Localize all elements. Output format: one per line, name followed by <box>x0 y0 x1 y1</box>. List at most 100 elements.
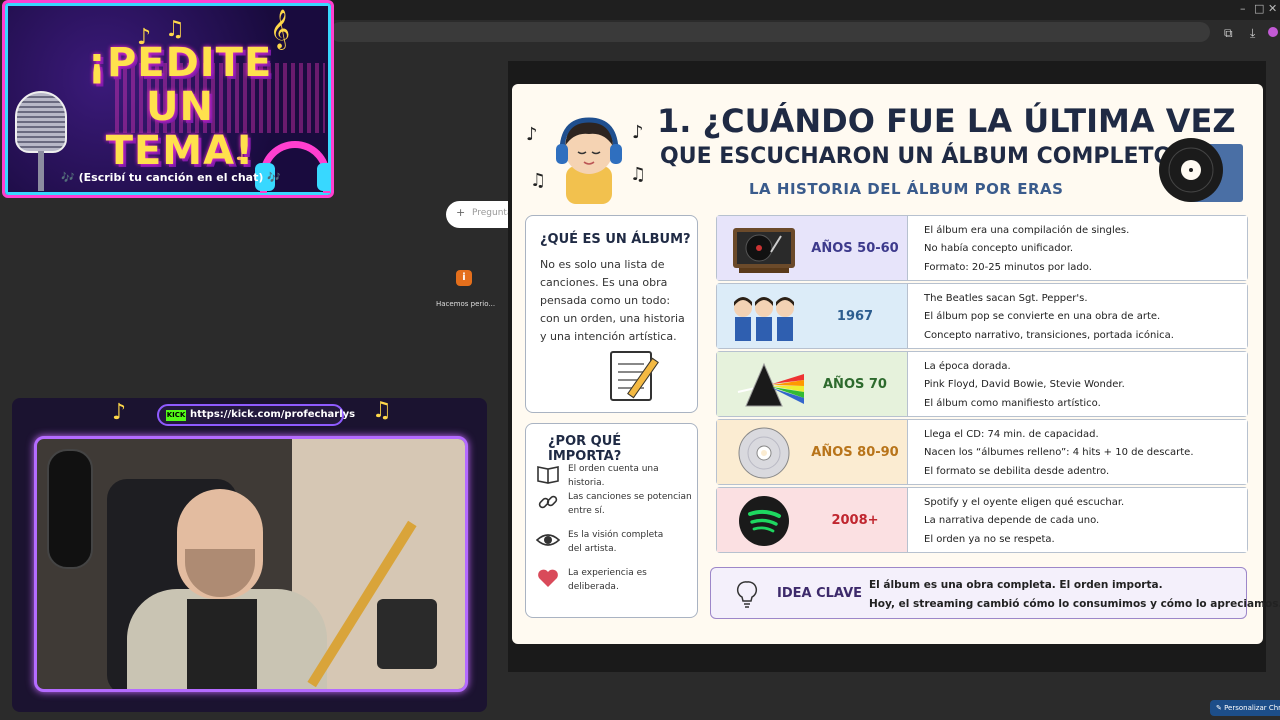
lightbulb-icon <box>736 581 758 608</box>
eye-icon <box>536 534 560 546</box>
text-line: canciones. Es una obra <box>540 276 668 289</box>
pedite-overlay: ♪ ♫ 𝄞 ♪ ¡PEDITE UN TEMA! 🎶 (Escribí tu c… <box>2 0 334 198</box>
text-line: del artista. <box>568 544 617 554</box>
era-line: Formato: 20-25 minutos por lado. <box>924 262 1092 273</box>
text-line: La experiencia es <box>568 568 647 578</box>
era-description: El álbum era una compilación de singles.… <box>907 216 1247 280</box>
era-label: AÑOS 70 <box>823 376 887 392</box>
era-line: Pink Floyd, David Bowie, Stevie Wonder. <box>924 379 1125 390</box>
why-item-text: Las canciones se potencian entre sí. <box>568 490 692 518</box>
webcam-feed <box>34 436 468 692</box>
pedite-title-line1: ¡PEDITE <box>87 40 273 86</box>
era-line: El álbum era una compilación de singles. <box>924 225 1130 236</box>
why-item: La experiencia es deliberada. <box>536 566 696 600</box>
microphone-icon <box>15 91 67 153</box>
text-line: Es la visión completa <box>568 530 664 540</box>
customize-chrome-button[interactable]: ✎ Personalizar Chrome <box>1210 700 1280 716</box>
era-row: AÑOS 50-60 El álbum era una compilación … <box>716 215 1248 281</box>
maximize-button[interactable]: □ <box>1254 2 1264 15</box>
listener-avatar-icon <box>556 117 622 204</box>
music-note-icon: ♪ <box>526 124 538 145</box>
ask-pill[interactable]: + Preguntá <box>446 201 513 228</box>
music-note-icon: ♪ <box>112 400 127 425</box>
era-line: Spotify y el oyente eligen qué escuchar. <box>924 497 1125 508</box>
text-line: y una intención artística. <box>540 330 677 343</box>
music-note-icon: ♫ <box>530 170 547 191</box>
era-line: La narrativa depende de cada uno. <box>924 515 1100 526</box>
key-idea-box: IDEA CLAVE El álbum es una obra completa… <box>710 567 1280 619</box>
era-line: The Beatles sacan Sgt. Pepper's. <box>924 293 1088 304</box>
what-is-album-card: ¿QUÉ ES UN ÁLBUM? No es solo una lista d… <box>525 215 698 413</box>
app-icon-label: Hacemos perio... <box>436 300 496 308</box>
link-icon <box>538 495 558 509</box>
era-line: Concepto narrativo, transiciones, portad… <box>924 330 1174 341</box>
text-line: con un orden, una historia <box>540 312 685 325</box>
era-line: El formato se debilita desde adentro. <box>924 466 1110 477</box>
kick-logo: KICK <box>166 410 186 421</box>
spotify-icon <box>739 496 789 546</box>
music-note-icon: ♪ <box>632 122 644 143</box>
book-icon <box>537 466 559 484</box>
text-line: entre sí. <box>568 506 605 516</box>
era-label: 2008+ <box>831 512 879 528</box>
era-row: 2008+ Spotify y el oyente eligen qué esc… <box>716 487 1248 553</box>
era-row: AÑOS 80-90 Llega el CD: 74 min. de capac… <box>716 419 1248 485</box>
why-item-text: La experiencia es deliberada. <box>568 566 647 594</box>
era-description: The Beatles sacan Sgt. Pepper's. El álbu… <box>907 284 1247 348</box>
text-line: Las canciones se potencian <box>568 492 692 502</box>
minimize-button[interactable]: – <box>1240 2 1246 15</box>
music-note-icon: ♫ <box>372 398 392 423</box>
kick-url: https://kick.com/profecharlys <box>190 409 356 420</box>
infographic-slide: ♪ ♫ ♪ ♫ 1. ¿CUÁNDO FUE LA ÚLTIMA VEZ QUE… <box>512 84 1280 644</box>
music-note-icon: ♫ <box>630 164 647 185</box>
era-line: La época dorada. <box>924 361 1011 372</box>
why-item-text: Es la visión completa del artista. <box>568 528 663 556</box>
era-line: No había concepto unificador. <box>924 243 1074 254</box>
key-idea-line2: Hoy, el streaming cambió cómo lo consumi… <box>869 598 1280 610</box>
slide-title-line1: 1. ¿CUÁNDO FUE LA ÚLTIMA VEZ <box>657 102 1236 140</box>
beatles-icon <box>734 297 794 341</box>
why-it-matters-card: ¿POR QUÉ IMPORTA? El orden cuenta una hi… <box>525 423 698 618</box>
era-line: El álbum pop se convierte en una obra de… <box>924 311 1161 322</box>
why-item: Las canciones se potencian entre sí. <box>536 490 696 524</box>
ask-pill-text: Preguntá <box>472 208 513 218</box>
era-label: AÑOS 80-90 <box>811 444 899 460</box>
profile-icon[interactable] <box>1268 27 1278 37</box>
era-line: Llega el CD: 74 min. de capacidad. <box>924 429 1099 440</box>
vinyl-record-icon <box>1159 138 1243 202</box>
era-row: 1967 The Beatles sacan Sgt. Pepper's. El… <box>716 283 1248 349</box>
era-description: La época dorada. Pink Floyd, David Bowie… <box>907 352 1247 416</box>
what-is-album-text: No es solo una lista de canciones. Es un… <box>540 256 692 346</box>
plus-icon: + <box>456 206 466 219</box>
slide-subtitle: LA HISTORIA DEL ÁLBUM POR ERAS <box>749 180 1064 198</box>
prism-icon <box>737 362 804 407</box>
era-line: El orden ya no se respeta. <box>924 534 1055 545</box>
close-button[interactable]: ✕ <box>1268 2 1277 15</box>
key-idea-line1: El álbum es una obra completa. El orden … <box>869 579 1163 591</box>
puzzle-icon[interactable]: ⧉ <box>1224 26 1233 41</box>
era-description: Spotify y el oyente eligen qué escuchar.… <box>907 488 1247 552</box>
text-line: deliberada. <box>568 582 619 592</box>
pedite-subtitle: 🎶 (Escribí tu canción en el chat) 🎶 <box>61 171 281 184</box>
pedite-title-line2: UN TEMA! <box>105 84 255 174</box>
webcam-overlay: ♪ ♫ KICK https://kick.com/profecharlys <box>12 398 487 712</box>
studio-microphone <box>47 449 93 569</box>
what-is-album-heading: ¿QUÉ ES UN ÁLBUM? <box>540 232 691 247</box>
era-line: Nacen los “álbumes relleno”: 4 hits + 10… <box>924 447 1194 458</box>
kick-badge: KICK https://kick.com/profecharlys <box>157 404 355 426</box>
cd-icon <box>738 427 790 479</box>
app-icon[interactable]: i <box>456 270 472 286</box>
address-bar[interactable] <box>330 22 1210 42</box>
key-idea-title: IDEA CLAVE <box>777 586 863 601</box>
era-label: 1967 <box>836 308 874 324</box>
era-line: El álbum como manifiesto artístico. <box>924 398 1101 409</box>
turntable-icon <box>733 228 795 273</box>
streamer-shirt <box>187 599 257 689</box>
music-note-icon: ♫ <box>165 17 185 42</box>
why-it-matters-heading: ¿POR QUÉ IMPORTA? <box>548 434 622 464</box>
download-icon[interactable]: ⤓ <box>1250 26 1255 41</box>
pedite-title: ¡PEDITE UN TEMA! <box>65 41 295 173</box>
text-line: No es solo una lista de <box>540 258 665 271</box>
audio-equipment <box>377 599 437 669</box>
era-description: Llega el CD: 74 min. de capacidad. Nacen… <box>907 420 1247 484</box>
